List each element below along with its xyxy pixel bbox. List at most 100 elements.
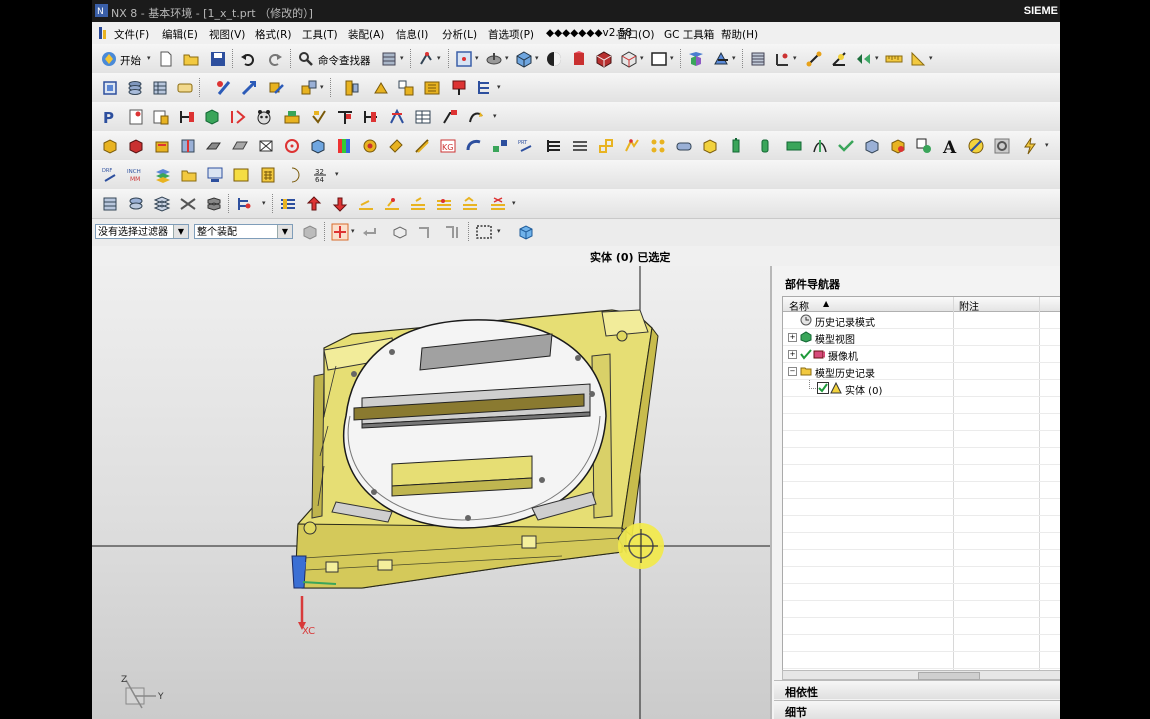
screen-capture-icon[interactable] <box>205 165 224 184</box>
cylinder-green-icon[interactable] <box>755 136 774 155</box>
wave-component-icon[interactable] <box>914 136 933 155</box>
snap-point-select-icon[interactable] <box>330 222 349 241</box>
pad-icon[interactable] <box>256 136 275 155</box>
moon-icon[interactable] <box>284 165 303 184</box>
tree-horizontal-scrollbar[interactable] <box>782 670 1060 680</box>
start-dropdown-icon[interactable]: ▾ <box>147 54 153 62</box>
resize-face-icon[interactable] <box>408 194 427 213</box>
open-folder-icon[interactable] <box>181 49 200 68</box>
boss-icon[interactable] <box>204 136 223 155</box>
redo-icon[interactable] <box>265 49 284 68</box>
save-icon[interactable] <box>208 49 227 68</box>
menu-file[interactable]: 文件(F) <box>114 27 149 42</box>
menu-format[interactable]: 格式(R) <box>255 27 292 42</box>
rotate-dropdown-icon[interactable]: ▾ <box>505 54 511 62</box>
tube-icon[interactable] <box>674 136 693 155</box>
menu-window[interactable]: 窗口(O) <box>617 27 654 42</box>
shaded-render-icon[interactable] <box>544 49 563 68</box>
pmi-icon[interactable]: P <box>100 107 119 126</box>
raise-component-icon[interactable] <box>304 194 323 213</box>
rectangle-select-icon[interactable] <box>474 222 493 241</box>
details-section[interactable]: 细节 <box>774 700 1060 719</box>
graphics-window[interactable]: XC Z Y <box>92 266 770 719</box>
menu-edit[interactable]: 编辑(E) <box>162 27 198 42</box>
measure-angle-icon[interactable] <box>829 49 848 68</box>
start-icon[interactable] <box>99 49 118 68</box>
section-line-icon[interactable] <box>228 107 247 126</box>
product-interface-icon[interactable] <box>449 78 468 97</box>
block-icon[interactable] <box>126 136 145 155</box>
collapse-minus-icon[interactable]: − <box>788 367 797 376</box>
check-green-icon[interactable] <box>800 348 812 360</box>
menu-gc-toolbox[interactable]: GC 工具箱 <box>664 27 714 42</box>
select-mode-dropdown-icon[interactable]: ▾ <box>497 227 503 235</box>
fit-dropdown-icon[interactable]: ▾ <box>475 54 481 62</box>
drawing-sheet-icon[interactable] <box>126 107 145 126</box>
tree-row-cameras[interactable]: + 摄像机 <box>783 346 1060 363</box>
note-yellow-icon[interactable] <box>231 165 250 184</box>
expand-plus-icon[interactable]: + <box>788 350 797 359</box>
chevron-down-icon[interactable]: ▼ <box>173 225 188 238</box>
checkbox-checked-icon[interactable] <box>817 382 829 394</box>
tree-dropdown-icon[interactable]: ▾ <box>497 83 503 91</box>
open-part-icon[interactable] <box>179 165 198 184</box>
table-note-icon[interactable] <box>413 107 432 126</box>
navigator-tree[interactable]: 名称 ▲ 附注 历史记录模式 + 模型视图 + 摄像机 − 模型历史记录 实体 … <box>782 296 1060 672</box>
layer-dropdown-icon[interactable]: ▾ <box>400 54 406 62</box>
groove-icon[interactable] <box>308 136 327 155</box>
ejector-icon[interactable] <box>204 194 223 213</box>
move-component-icon[interactable] <box>239 78 258 97</box>
command-finder-icon[interactable] <box>296 49 315 68</box>
orient-dropdown-icon[interactable]: ▾ <box>535 54 541 62</box>
drafting-dropdown-icon[interactable]: ▾ <box>493 112 499 120</box>
select-edge-icon[interactable] <box>415 222 434 241</box>
clip-section-icon[interactable] <box>711 49 730 68</box>
dimension-icon[interactable] <box>177 107 196 126</box>
edge-blend-icon[interactable] <box>412 136 431 155</box>
lightning-icon[interactable] <box>1020 136 1039 155</box>
expand-plus-icon[interactable]: + <box>788 333 797 342</box>
assembly-navigator-icon[interactable] <box>100 78 119 97</box>
menu-info[interactable]: 信息(I) <box>396 27 428 42</box>
text-annotation-icon[interactable]: A <box>940 136 959 155</box>
parting-icon[interactable] <box>178 194 197 213</box>
edge-display-icon[interactable] <box>569 49 588 68</box>
list-table-icon[interactable] <box>544 136 563 155</box>
replace-face-icon[interactable] <box>382 194 401 213</box>
prt-link-icon[interactable]: PRT <box>516 136 535 155</box>
ruler-icon[interactable] <box>884 49 903 68</box>
cooling-icon[interactable] <box>234 194 253 213</box>
menu-assembly[interactable]: 装配(A) <box>348 27 384 42</box>
tree-row-model-history[interactable]: − 模型历史记录 <box>783 363 1060 380</box>
rotate-view-icon[interactable] <box>484 49 503 68</box>
clip-dropdown-icon[interactable]: ▾ <box>732 54 738 62</box>
menu-analysis[interactable]: 分析(L) <box>442 27 477 42</box>
thread-icon[interactable] <box>360 136 379 155</box>
explode-dropdown-icon[interactable]: ▾ <box>320 83 326 91</box>
face-analysis-icon[interactable] <box>594 49 613 68</box>
interpart-link-icon[interactable] <box>396 78 415 97</box>
wave-linker-icon[interactable] <box>342 78 361 97</box>
analysis-dropdown-icon[interactable]: ▾ <box>875 54 881 62</box>
layer-icon[interactable] <box>379 49 398 68</box>
snap-point-icon[interactable] <box>416 49 435 68</box>
emboss-icon[interactable] <box>334 136 353 155</box>
fit-view-icon[interactable] <box>454 49 473 68</box>
mold-wizard-icon[interactable] <box>100 194 119 213</box>
extrude-icon[interactable] <box>100 136 119 155</box>
tree-row-history-mode[interactable]: 历史记录模式 <box>783 312 1060 329</box>
ordinate-dimension-icon[interactable] <box>387 107 406 126</box>
background-color-icon[interactable] <box>649 49 668 68</box>
menu-view[interactable]: 视图(V) <box>209 27 245 42</box>
command-finder-button[interactable]: 命令查找器 <box>318 53 371 68</box>
geometry-link-icon[interactable] <box>422 78 441 97</box>
pull-face-icon[interactable] <box>460 194 479 213</box>
face-pattern-icon[interactable] <box>488 194 507 213</box>
hole-icon[interactable] <box>178 136 197 155</box>
measure-distance-icon[interactable] <box>804 49 823 68</box>
chamfer-icon[interactable] <box>386 136 405 155</box>
column-note-header[interactable]: 附注 <box>959 298 979 313</box>
sort-ascending-icon[interactable]: ▲ <box>823 299 829 308</box>
user-function-icon[interactable] <box>966 136 985 155</box>
selection-filter-select[interactable]: 没有选择过滤器 ▼ <box>95 224 189 239</box>
